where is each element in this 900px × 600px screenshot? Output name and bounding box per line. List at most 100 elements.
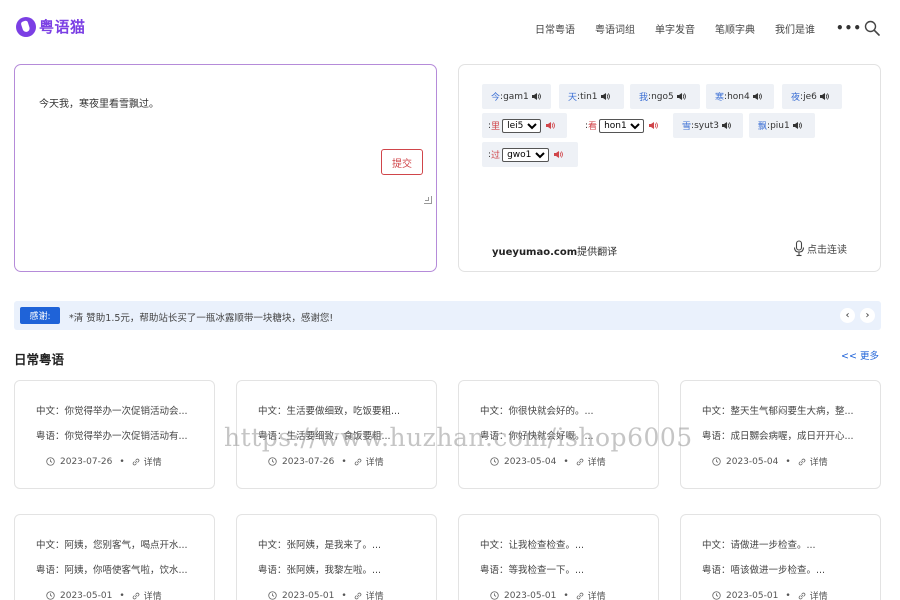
speaker-icon[interactable]: [600, 92, 610, 101]
pronunciation-select[interactable]: gwo1: [502, 147, 550, 162]
clock-icon: [268, 457, 277, 466]
chip-char: 雪: [682, 122, 692, 132]
speaker-icon[interactable]: [545, 121, 555, 130]
chip-char: 里: [491, 122, 501, 132]
card-detail-link[interactable]: 详情: [588, 455, 606, 468]
card-meta: 2023-05-01 • 详情: [46, 589, 162, 600]
link-icon: [798, 458, 805, 465]
card-detail-link[interactable]: 详情: [810, 455, 828, 468]
clock-icon: [46, 457, 55, 466]
clock-icon: [490, 591, 499, 600]
phrase-card[interactable]: 中文：让我检查检查。... 粤语：等我检查一下。... 2023-05-01 • …: [458, 514, 659, 600]
speaker-icon[interactable]: [531, 92, 541, 101]
card-meta: 2023-05-01 • 详情: [490, 589, 606, 600]
card-meta: 2023-07-26 • 详情: [268, 455, 384, 468]
card-detail-link[interactable]: 详情: [144, 455, 162, 468]
pinyin-chip[interactable]: 夜: je6: [782, 84, 842, 109]
chip-char: 寒: [715, 93, 725, 103]
card-mandarin: 中文：让我检查检查。...: [480, 540, 585, 551]
resize-handle[interactable]: [424, 196, 432, 204]
pinyin-chip[interactable]: 雪: syut3: [673, 113, 743, 138]
card-detail-link[interactable]: 详情: [588, 589, 606, 600]
card-detail-link[interactable]: 详情: [144, 589, 162, 600]
card-detail-link[interactable]: 详情: [366, 589, 384, 600]
card-mandarin: 中文：整天生气郁闷要生大病，整...: [702, 406, 854, 417]
pinyin-chip[interactable]: 飘: piu1: [749, 113, 815, 138]
pinyin-chip-polyphone: : 里 lei5: [482, 113, 567, 138]
speaker-icon[interactable]: [721, 121, 731, 130]
chip-jyutping: tin1: [580, 91, 598, 102]
clock-icon: [46, 591, 55, 600]
phrase-card[interactable]: 中文：整天生气郁闷要生大病，整... 粤语：成日嬲会病喔，成日开开心... 20…: [680, 380, 881, 489]
speaker-icon[interactable]: [819, 92, 829, 101]
chip-jyutping: piu1: [770, 120, 790, 131]
nav-item-phrases[interactable]: 粤语词组: [595, 21, 635, 36]
card-cantonese: 粤语：唔该做进一步检查。...: [702, 565, 826, 576]
speaker-icon[interactable]: [676, 92, 686, 101]
more-link[interactable]: << 更多: [841, 348, 879, 362]
provider-brand[interactable]: yueyumao.com: [492, 247, 577, 258]
submit-button[interactable]: 提交: [381, 149, 423, 175]
nav-item-stroke-dictionary[interactable]: 笔顺字典: [715, 21, 755, 36]
text-input[interactable]: 今天我，寒夜里看雪飘过。: [39, 95, 419, 110]
pinyin-chip[interactable]: 我: ngo5: [630, 84, 700, 109]
phrase-card[interactable]: 中文：你很快就会好的。... 粤语：你好快就会好嘅。... 2023-05-04…: [458, 380, 659, 489]
card-date: 2023-05-01: [726, 590, 779, 600]
card-date: 2023-05-04: [726, 456, 779, 467]
card-mandarin: 中文：你很快就会好的。...: [480, 406, 594, 417]
card-mandarin: 中文：阿姨，您别客气，喝点开水...: [36, 540, 188, 551]
main-nav: 日常粤语 粤语词组 单字发音 笔顺字典 我们是谁: [535, 21, 815, 36]
pinyin-chip[interactable]: 寒: hon4: [706, 84, 774, 109]
section-title: 日常粤语: [14, 352, 65, 367]
chip-jyutping: je6: [803, 91, 817, 102]
sponsor-notice: 感谢: *清 赞助1.5元，帮助站长买了一瓶冰露顺带一块糖块，感谢您! ‹ ›: [14, 301, 881, 330]
link-icon: [354, 458, 361, 465]
nav-item-pronunciation[interactable]: 单字发音: [655, 21, 695, 36]
pinyin-chip[interactable]: 今: gam1: [482, 84, 551, 109]
card-meta: 2023-07-26 • 详情: [46, 455, 162, 468]
phrase-card[interactable]: 中文：生活要做细致，吃饭要粗... 粤语：生活要细致，食饭要粗... 2023-…: [236, 380, 437, 489]
card-cantonese: 粤语：你好快就会好嘅。...: [480, 431, 594, 442]
notice-prev-button[interactable]: ‹: [840, 308, 855, 323]
speaker-icon[interactable]: [553, 150, 563, 159]
more-menu-icon[interactable]: •••: [836, 21, 862, 35]
card-cantonese: 粤语：成日嬲会病喔，成日开开心...: [702, 431, 854, 442]
pinyin-chip-polyphone: : 看 hon1: [579, 113, 664, 138]
clock-icon: [712, 591, 721, 600]
clock-icon: [490, 457, 499, 466]
card-mandarin: 中文：请做进一步检查。...: [702, 540, 816, 551]
speaker-icon[interactable]: [792, 121, 802, 130]
read-aloud-label: 点击连读: [807, 245, 847, 256]
card-date: 2023-07-26: [282, 456, 335, 467]
pinyin-chip[interactable]: 天: tin1: [559, 84, 624, 109]
nav-item-about[interactable]: 我们是谁: [775, 21, 815, 36]
nav-item-daily[interactable]: 日常粤语: [535, 21, 575, 36]
phrase-card[interactable]: 中文：阿姨，您别客气，喝点开水... 粤语：阿姨，你唔使客气啦，饮水... 20…: [14, 514, 215, 600]
phrase-card[interactable]: 中文：请做进一步检查。... 粤语：唔该做进一步检查。... 2023-05-0…: [680, 514, 881, 600]
search-icon[interactable]: [864, 20, 880, 36]
card-detail-link[interactable]: 详情: [366, 455, 384, 468]
chip-jyutping: ngo5: [651, 91, 674, 102]
pronunciation-select[interactable]: hon1: [599, 118, 645, 133]
chip-char: 过: [491, 151, 501, 161]
notice-next-button[interactable]: ›: [860, 308, 875, 323]
link-icon: [132, 592, 139, 599]
speaker-icon[interactable]: [648, 121, 658, 130]
logo[interactable]: 粤语猫: [16, 16, 86, 37]
card-detail-link[interactable]: 详情: [810, 589, 828, 600]
phrase-card[interactable]: 中文：张阿姨，是我来了。... 粤语：张阿姨，我黎左啦。... 2023-05-…: [236, 514, 437, 600]
read-aloud-button[interactable]: 点击连读: [793, 240, 847, 257]
thanks-badge: 感谢:: [20, 307, 60, 324]
card-date: 2023-05-04: [504, 456, 557, 467]
chip-char: 我: [639, 93, 649, 103]
phrase-card[interactable]: 中文：你觉得举办一次促销活动会... 粤语：你觉得举办一次促销活动有... 20…: [14, 380, 215, 489]
link-icon: [354, 592, 361, 599]
card-date: 2023-07-26: [60, 456, 113, 467]
card-meta: 2023-05-04 • 详情: [490, 455, 606, 468]
card-meta: 2023-05-01 • 详情: [268, 589, 384, 600]
chip-jyutping: hon4: [727, 91, 750, 102]
speaker-icon[interactable]: [752, 92, 762, 101]
card-mandarin: 中文：张阿姨，是我来了。...: [258, 540, 382, 551]
pronunciation-select[interactable]: lei5: [502, 118, 542, 133]
chip-char: 看: [588, 122, 598, 132]
